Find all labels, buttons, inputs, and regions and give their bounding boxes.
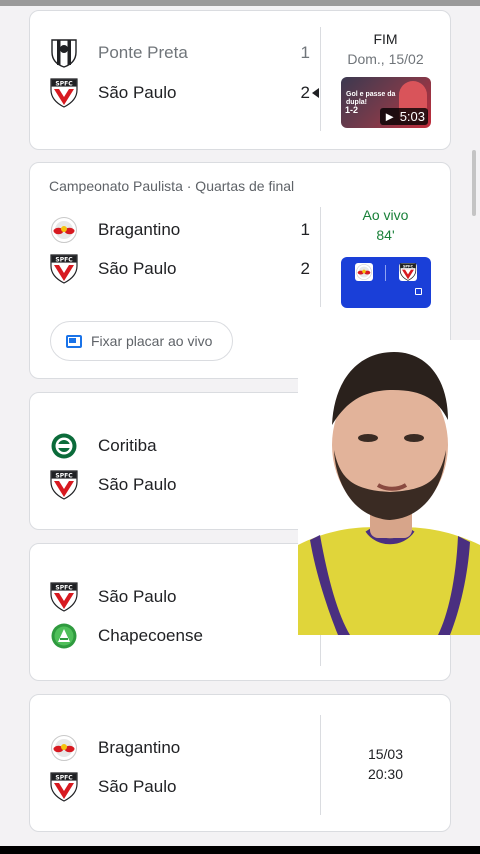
team-name: São Paulo bbox=[98, 259, 177, 278]
match-minute: 84' bbox=[376, 227, 395, 243]
team-row-home: São Paulo bbox=[50, 582, 310, 612]
live-label: Ao vivo bbox=[362, 207, 409, 223]
team-name: Ponte Preta bbox=[98, 43, 188, 62]
team-row-away: São Paulo 2 bbox=[50, 254, 310, 284]
top-edge bbox=[0, 0, 480, 6]
pin-live-score-button[interactable]: Fixar placar ao vivo bbox=[50, 321, 233, 361]
team-row-away: Chapecoense bbox=[50, 621, 310, 651]
streamer-image bbox=[298, 340, 480, 635]
team-row-home: Bragantino 1 bbox=[50, 215, 310, 245]
team-name: São Paulo bbox=[98, 587, 177, 606]
team-name: Coritiba bbox=[98, 436, 157, 455]
sao-paulo-crest-icon bbox=[50, 772, 78, 802]
bragantino-crest-icon bbox=[355, 263, 373, 281]
divider bbox=[320, 207, 321, 307]
scrollbar[interactable] bbox=[472, 150, 476, 216]
team-name: Chapecoense bbox=[98, 626, 203, 645]
match-card-scheduled[interactable]: Bragantino São Paulo 15/03 20:30 bbox=[29, 694, 451, 832]
divider bbox=[320, 715, 321, 815]
bragantino-crest-icon bbox=[50, 215, 78, 245]
picture-in-picture-icon bbox=[66, 335, 82, 348]
team-row-home: Ponte Preta 1 bbox=[50, 38, 310, 68]
team-row-away: São Paulo bbox=[50, 470, 310, 500]
team-row-away: São Paulo 2 bbox=[50, 78, 310, 108]
team-row-home: Bragantino bbox=[50, 733, 310, 763]
sao-paulo-crest-icon bbox=[50, 582, 78, 612]
pin-button-label: Fixar placar ao vivo bbox=[91, 333, 213, 349]
match-status: Ao vivo 84' bbox=[325, 205, 446, 245]
team-name: São Paulo bbox=[98, 777, 177, 796]
team-score: 2 bbox=[300, 259, 310, 278]
live-video-thumbnail[interactable] bbox=[341, 257, 431, 308]
team-row-home: Coritiba bbox=[50, 431, 310, 461]
highlight-video-thumbnail[interactable]: Gol e passe da dupla! 1-2 ► 5:03 bbox=[341, 77, 431, 128]
team-name: Bragantino bbox=[98, 220, 181, 239]
sao-paulo-crest-icon bbox=[50, 470, 78, 500]
webcam-overlay bbox=[298, 340, 480, 635]
camera-icon bbox=[415, 288, 422, 295]
ponte-preta-crest-icon bbox=[50, 38, 78, 68]
divider bbox=[320, 27, 321, 131]
sao-paulo-crest-icon bbox=[50, 78, 78, 108]
chapecoense-crest-icon bbox=[50, 621, 78, 651]
team-score: 1 bbox=[300, 43, 310, 62]
match-status: 15/03 20:30 bbox=[325, 744, 446, 784]
coritiba-crest-icon bbox=[50, 431, 78, 461]
bragantino-crest-icon bbox=[50, 733, 78, 763]
sao-paulo-crest-icon bbox=[50, 254, 78, 284]
team-name: São Paulo bbox=[98, 475, 177, 494]
match-time: 20:30 bbox=[367, 766, 404, 782]
sao-paulo-crest-icon bbox=[399, 263, 417, 281]
divider bbox=[385, 265, 386, 281]
bottom-edge bbox=[0, 846, 480, 854]
video-duration: ► 5:03 bbox=[380, 108, 428, 125]
competition-title: Campeonato Paulista · Quartas de final bbox=[49, 178, 295, 194]
match-date: Dom., 15/02 bbox=[347, 51, 424, 67]
video-score: 1-2 bbox=[345, 105, 359, 115]
team-row-away: São Paulo bbox=[50, 772, 310, 802]
winner-arrow-icon bbox=[312, 88, 319, 98]
team-name: Bragantino bbox=[98, 738, 181, 757]
match-date: 15/03 bbox=[367, 746, 404, 762]
team-name: São Paulo bbox=[98, 83, 177, 102]
team-score: 1 bbox=[300, 220, 310, 239]
match-status: FIM Dom., 15/02 bbox=[325, 29, 446, 69]
status-label: FIM bbox=[373, 31, 398, 47]
match-card-ponte-preta[interactable]: Ponte Preta 1 São Paulo 2 FIM Dom., 15/0… bbox=[29, 10, 451, 150]
team-score: 2 bbox=[300, 83, 310, 102]
